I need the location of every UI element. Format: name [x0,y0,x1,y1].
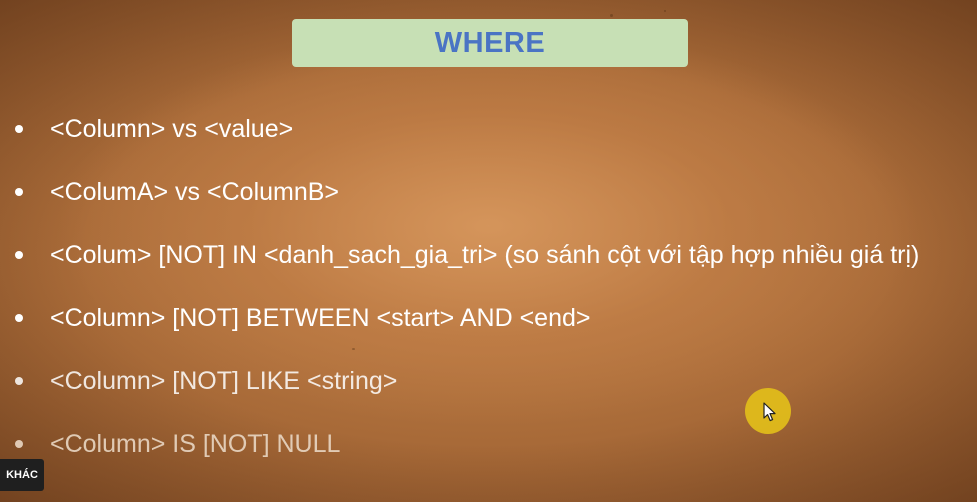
bullet-dot-icon [15,314,23,322]
bullet-dot-icon [15,125,23,133]
paper-speck [610,14,613,17]
bullet-dot-icon [15,188,23,196]
bullet-text: <Column> [NOT] BETWEEN <start> AND <end> [50,304,591,332]
slide-title-box: WHERE [292,19,688,67]
bullet-dot-icon [15,440,23,448]
slide-title: WHERE [434,26,546,59]
bullet-dot-icon [15,377,23,385]
bullet-text: <Column> IS [NOT] NULL [50,430,341,458]
paper-speck [352,348,355,350]
bullet-text: <Column> vs <value> [50,115,294,143]
bullet-text: <Colum> [NOT] IN <danh_sach_gia_tri> (so… [50,241,920,269]
bullet-text: <ColumA> vs <ColumnB> [50,178,340,206]
channel-badge[interactable]: KHÁC [0,459,44,491]
mouse-pointer-icon [763,402,776,422]
paper-speck [664,10,666,12]
badge-label: KHÁC [6,469,38,481]
bullet-dot-icon [15,251,23,259]
bullet-text: <Column> [NOT] LIKE <string> [50,367,398,395]
